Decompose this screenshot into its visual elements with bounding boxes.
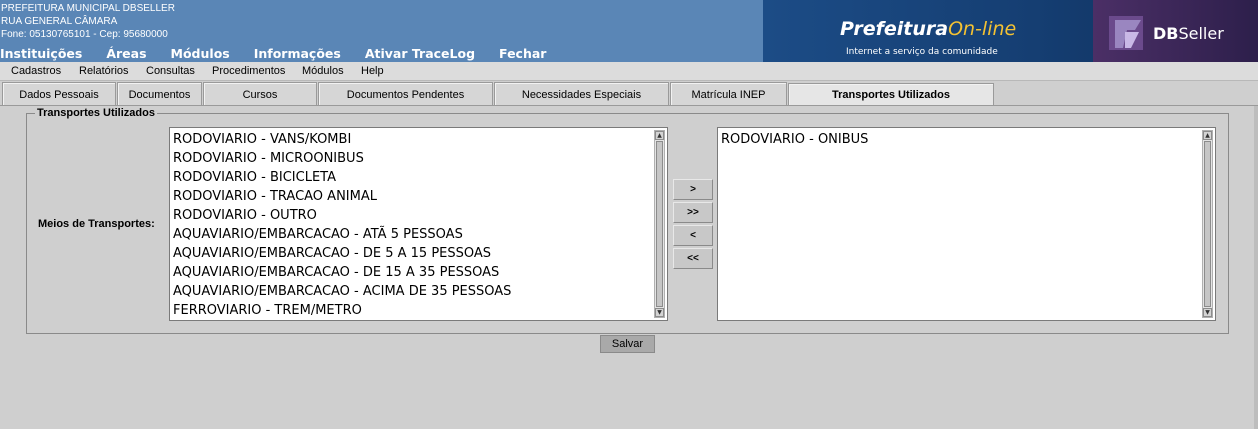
dbseller-logo: DBSeller (1093, 0, 1258, 62)
remove-all-button[interactable]: << (673, 248, 713, 269)
dbseller-emblem-icon (1109, 16, 1143, 50)
remove-selected-button[interactable]: < (673, 225, 713, 246)
top-menu-tracelog[interactable]: Ativar TraceLog (365, 46, 475, 61)
menu-help[interactable]: Help (361, 65, 384, 77)
tab-strip: Dados Pessoais Documentos Cursos Documen… (0, 82, 1258, 106)
meios-transportes-label: Meios de Transportes: (38, 218, 155, 230)
menu-procedimentos[interactable]: Procedimentos (212, 65, 285, 77)
top-menu-informacoes[interactable]: Informações (254, 46, 341, 61)
list-item[interactable]: AQUAVIARIO/EMBARCACAO - DE 5 A 15 PESSOA… (173, 244, 651, 263)
org-name: PREFEITURA MUNICIPAL DBSELLER (1, 3, 175, 14)
scroll-down-icon[interactable]: ▼ (1203, 308, 1212, 317)
list-item[interactable]: RODOVIARIO - MICROONIBUS (173, 149, 651, 168)
fieldset-legend: Transportes Utilizados (35, 107, 157, 119)
dbseller-wordmark: DBSeller (1153, 24, 1224, 43)
tab-divider (0, 105, 1258, 106)
prefeitura-online-logo: PrefeituraOn-line (840, 18, 1017, 40)
top-menu: Instituições Áreas Módulos Informações A… (0, 46, 570, 61)
list-item[interactable]: RODOVIARIO - TRACAO ANIMAL (173, 187, 651, 206)
scroll-down-icon[interactable]: ▼ (655, 308, 664, 317)
top-menu-fechar[interactable]: Fechar (499, 46, 546, 61)
scroll-thumb[interactable] (656, 141, 663, 307)
scroll-thumb[interactable] (1204, 141, 1211, 307)
page-scrollbar[interactable] (1254, 106, 1258, 429)
scroll-up-icon[interactable]: ▲ (655, 131, 664, 140)
selected-transport-list[interactable]: RODOVIARIO - ONIBUS ▲ ▼ (717, 127, 1216, 321)
tab-documentos-pendentes[interactable]: Documentos Pendentes (318, 82, 493, 106)
menu-consultas[interactable]: Consultas (146, 65, 195, 77)
top-menu-instituicoes[interactable]: Instituições (0, 46, 82, 61)
list-item[interactable]: AQUAVIARIO/EMBARCACAO - ATÃ 5 PESSOAS (173, 225, 651, 244)
tab-matricula-inep[interactable]: Matrícula INEP (670, 82, 787, 106)
tab-dados-pessoais[interactable]: Dados Pessoais (2, 82, 116, 106)
list-item[interactable]: FERROVIARIO - TREM/METRO (173, 301, 651, 320)
list-item[interactable]: RODOVIARIO - VANS/KOMBI (173, 130, 651, 149)
menu-cadastros[interactable]: Cadastros (11, 65, 61, 77)
scroll-up-icon[interactable]: ▲ (1203, 131, 1212, 140)
selected-list-scrollbar[interactable]: ▲ ▼ (1202, 130, 1213, 318)
move-selected-button[interactable]: > (673, 179, 713, 200)
list-item[interactable]: RODOVIARIO - ONIBUS (721, 130, 1199, 149)
org-phone: Fone: 05130765101 - Cep: 95680000 (1, 29, 168, 40)
save-button[interactable]: Salvar (600, 335, 655, 353)
list-item[interactable]: RODOVIARIO - OUTRO (173, 206, 651, 225)
list-item[interactable]: AQUAVIARIO/EMBARCACAO - ACIMA DE 35 PESS… (173, 282, 651, 301)
org-address: RUA GENERAL CÂMARA (1, 16, 118, 27)
tab-documentos[interactable]: Documentos (117, 82, 202, 106)
available-list-scrollbar[interactable]: ▲ ▼ (654, 130, 665, 318)
tab-necessidades-especiais[interactable]: Necessidades Especiais (494, 82, 669, 106)
available-transport-list[interactable]: RODOVIARIO - VANS/KOMBI RODOVIARIO - MIC… (169, 127, 668, 321)
menu-relatorios[interactable]: Relatórios (79, 65, 129, 77)
top-menu-modulos[interactable]: Módulos (171, 46, 230, 61)
tab-transportes-utilizados[interactable]: Transportes Utilizados (788, 83, 994, 106)
banner: PrefeituraOn-line Internet a serviço da … (763, 0, 1258, 62)
list-item[interactable]: RODOVIARIO - BICICLETA (173, 168, 651, 187)
org-info: PREFEITURA MUNICIPAL DBSELLER RUA GENERA… (1, 2, 175, 41)
move-all-button[interactable]: >> (673, 202, 713, 223)
menu-modulos[interactable]: Módulos (302, 65, 344, 77)
list-item[interactable]: AQUAVIARIO/EMBARCACAO - DE 15 A 35 PESSO… (173, 263, 651, 282)
tab-cursos[interactable]: Cursos (203, 82, 317, 106)
top-menu-areas[interactable]: Áreas (106, 46, 146, 61)
banner-tagline: Internet a serviço da comunidade (846, 47, 998, 57)
menu-bar: Cadastros Relatórios Consultas Procedime… (0, 62, 1258, 81)
